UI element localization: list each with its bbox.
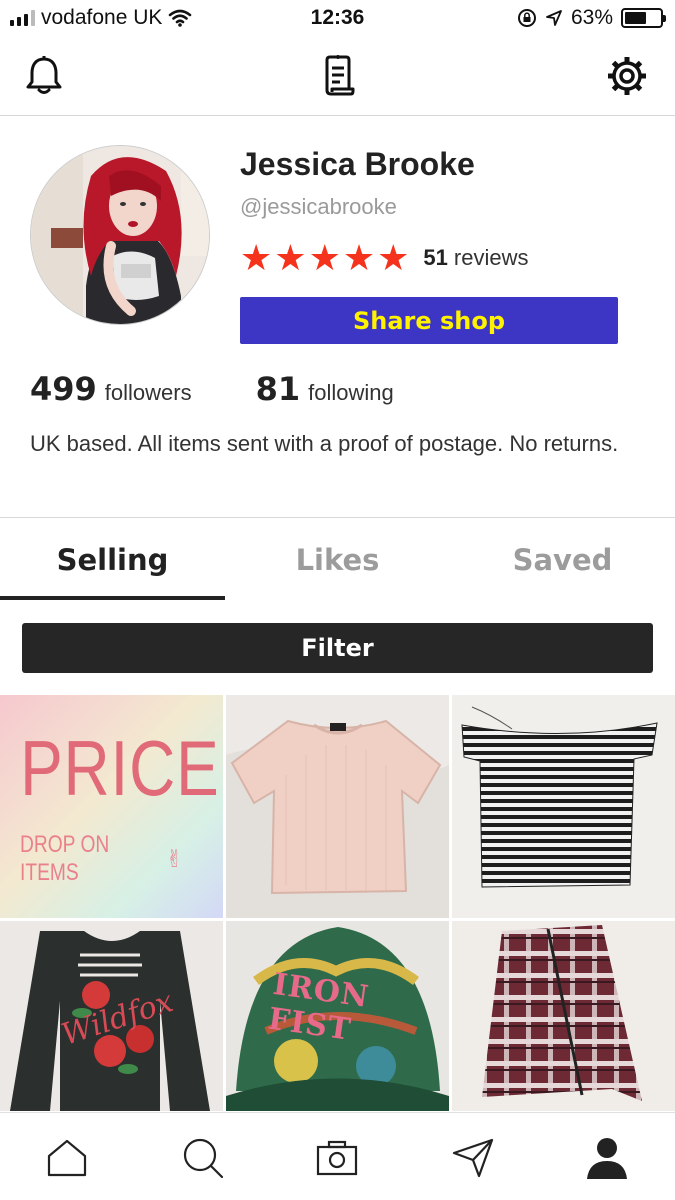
star-icon: ★	[274, 237, 307, 278]
follow-stats: 499 followers 81 following	[30, 370, 394, 408]
profile-handle: @jessicabrooke	[240, 194, 397, 219]
followers-label[interactable]: followers	[105, 380, 192, 406]
battery-icon	[621, 8, 666, 28]
profile-tabs: Selling Likes Saved	[0, 520, 675, 600]
bell-icon[interactable]	[22, 54, 66, 98]
status-bar: vodafone UK 12:36 63%	[0, 0, 675, 38]
rating-row[interactable]: ★ ★ ★ ★ ★ 51 reviews	[240, 240, 528, 276]
search-icon[interactable]	[178, 1133, 228, 1183]
tab-likes[interactable]: Likes	[225, 520, 450, 600]
location-arrow-icon	[546, 10, 562, 26]
promo-title: PRICE	[20, 724, 220, 812]
tab-saved[interactable]: Saved	[450, 520, 675, 600]
item-plaid-skirt[interactable]	[452, 921, 675, 1144]
promo-subtitle: DROP ON ITEMS	[20, 831, 110, 886]
star-icon: ★	[308, 237, 341, 278]
gear-icon[interactable]	[605, 54, 649, 98]
home-icon[interactable]	[42, 1133, 92, 1183]
following-count[interactable]: 81	[256, 370, 301, 408]
following-label[interactable]: following	[308, 380, 394, 406]
top-nav	[0, 38, 675, 116]
item-wildfox-sweater[interactable]: Wildfox	[0, 921, 223, 1144]
send-icon[interactable]	[448, 1133, 498, 1183]
item-promo-tile[interactable]: PRICE DROP ON ITEMS ✌	[0, 695, 223, 918]
avatar[interactable]	[30, 145, 210, 325]
item-iron-fist-cap[interactable]: IRON FIST	[226, 921, 449, 1144]
item-grid: PRICE DROP ON ITEMS ✌ Wildfox IRON FIST	[0, 695, 675, 1111]
battery-percent: 63%	[570, 6, 613, 29]
promo-subtitle-row: DROP ON ITEMS ✌	[20, 831, 182, 887]
star-icon: ★	[240, 237, 273, 278]
divider	[0, 517, 675, 518]
star-icon: ★	[342, 237, 376, 278]
star-icon: ★	[377, 237, 410, 278]
followers-count[interactable]: 499	[30, 370, 97, 408]
profile-icon[interactable]	[582, 1133, 632, 1183]
reviews-count: 51	[423, 245, 448, 270]
filter-button[interactable]: Filter	[22, 623, 653, 673]
profile-bio: UK based. All items sent with a proof of…	[30, 431, 619, 456]
receipt-icon[interactable]	[316, 54, 360, 98]
star-rating: ★ ★ ★ ★ ★	[240, 240, 409, 276]
profile-name: Jessica Brooke	[240, 146, 475, 182]
peace-hand-icon: ✌	[166, 845, 183, 873]
item-pink-tshirt[interactable]	[226, 695, 449, 918]
rotation-lock-icon	[517, 9, 536, 27]
reviews-label: reviews	[453, 245, 529, 270]
share-shop-button[interactable]: Share shop	[240, 297, 618, 344]
camera-icon[interactable]	[312, 1133, 362, 1183]
tab-selling[interactable]: Selling	[0, 520, 225, 600]
item-striped-top[interactable]	[452, 695, 675, 918]
bottom-nav	[0, 1112, 675, 1200]
status-right: 63%	[517, 6, 666, 30]
